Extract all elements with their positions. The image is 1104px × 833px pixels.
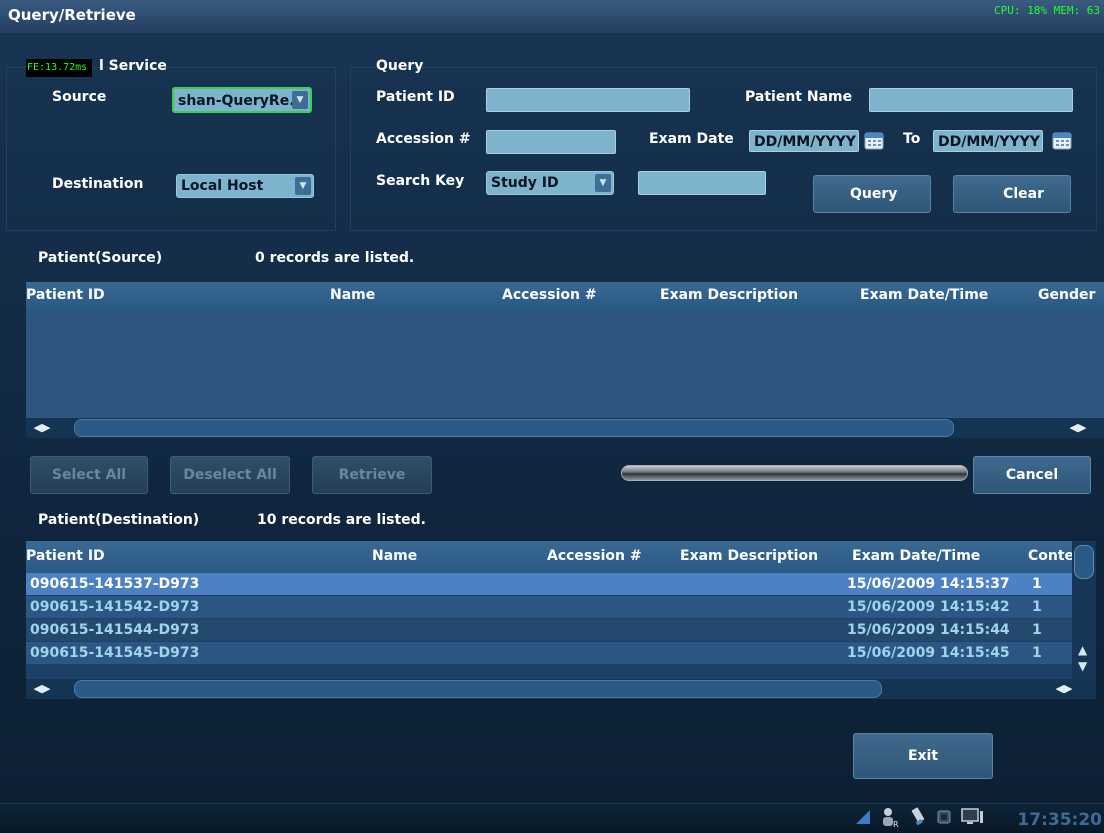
chevron-down-icon: ▼ (295, 177, 311, 195)
destination-vscrollbar[interactable]: ▲ ▼ (1072, 541, 1096, 679)
window-title: Query/Retrieve (8, 6, 136, 24)
cell-datetime: 15/06/2009 14:15:45 (847, 645, 1010, 661)
source-value: shan-QueryRe.. (178, 93, 300, 109)
search-key-combo[interactable]: Study ID ▼ (486, 171, 614, 195)
query-button[interactable]: Query (813, 175, 931, 213)
destination-section-title: Patient(Destination) (38, 512, 200, 528)
col-content[interactable]: Conte (1028, 548, 1072, 564)
cell-content: 1 (1032, 645, 1042, 661)
cell-datetime: 15/06/2009 14:15:44 (847, 622, 1010, 638)
col-gender[interactable]: Gender (1038, 287, 1095, 303)
search-value-input[interactable] (638, 171, 766, 195)
destination-table-header: Patient ID Name Accession # Exam Descrip… (26, 541, 1072, 573)
cancel-button[interactable]: Cancel (973, 456, 1091, 494)
clock: 17:35:20 (1017, 810, 1102, 830)
col-accession[interactable]: Accession # (547, 548, 642, 564)
scroll-up-icon[interactable]: ▲ (1078, 643, 1087, 657)
cell-patient-id: 090615-141542-D973 (30, 599, 200, 615)
cpu-mem-status: CPU: 18% MEM: 63 (994, 4, 1100, 17)
col-exam-description[interactable]: Exam Description (660, 287, 798, 303)
svg-text:R: R (893, 820, 899, 828)
cell-patient-id: 090615-141537-D973 (30, 576, 200, 592)
scroll-left-right-icon[interactable]: ◀▶ (1048, 681, 1080, 697)
source-label: Source (52, 89, 107, 105)
destination-hscrollbar[interactable]: ◀▶ ◀▶ (26, 679, 1096, 699)
usb-icon[interactable] (908, 806, 928, 828)
col-accession[interactable]: Accession # (502, 287, 597, 303)
table-row[interactable]: 090615-141542-D973 15/06/2009 14:15:42 1 (26, 596, 1072, 618)
flag-icon[interactable] (854, 808, 872, 826)
user-icon[interactable]: R (880, 806, 900, 829)
col-patient-id[interactable]: Patient ID (26, 287, 105, 303)
table-row[interactable]: 090615-141537-D973 15/06/2009 14:15:37 1 (26, 573, 1072, 595)
query-legend: Query (376, 58, 424, 74)
retrieve-progress-bar (621, 465, 968, 481)
deselect-all-button[interactable]: Deselect All (170, 456, 290, 494)
destination-record-count: 10 records are listed. (257, 512, 426, 528)
col-name[interactable]: Name (330, 287, 375, 303)
source-table-header: Patient ID Name Accession # Exam Descrip… (26, 282, 1104, 310)
fps-overlay: FE:13.72ms (27, 62, 88, 73)
scroll-left-right-icon[interactable]: ◀▶ (26, 681, 58, 697)
patient-name-label: Patient Name (745, 89, 853, 105)
patient-name-input[interactable] (869, 88, 1073, 112)
accession-label: Accession # (376, 131, 471, 147)
cell-datetime: 15/06/2009 14:15:37 (847, 576, 1010, 592)
scroll-down-icon[interactable]: ▼ (1078, 659, 1087, 673)
destination-combo[interactable]: Local Host ▼ (176, 174, 314, 198)
col-name[interactable]: Name (372, 548, 417, 564)
destination-value: Local Host (181, 178, 264, 194)
col-exam-datetime[interactable]: Exam Date/Time (860, 287, 988, 303)
to-label: To (903, 131, 921, 147)
bottom-status-bar: R 17:35:20 (0, 803, 1104, 833)
patient-id-label: Patient ID (376, 89, 455, 105)
title-bar: Query/Retrieve CPU: 18% MEM: 63 (0, 0, 1104, 34)
chevron-down-icon: ▼ (595, 174, 611, 192)
select-all-button[interactable]: Select All (30, 456, 148, 494)
table-row[interactable]: 090615-141545-D973 15/06/2009 14:15:45 1 (26, 642, 1072, 664)
col-patient-id[interactable]: Patient ID (26, 548, 105, 564)
source-table-body[interactable] (26, 310, 1104, 418)
scroll-thumb[interactable] (74, 419, 954, 437)
exit-button[interactable]: Exit (853, 733, 993, 779)
cell-content: 1 (1032, 576, 1042, 592)
source-hscrollbar[interactable]: ◀▶ ◀▶ (26, 418, 1104, 438)
printer-icon[interactable] (934, 807, 954, 827)
monitor-icon[interactable] (960, 807, 984, 827)
chevron-down-icon: ▼ (292, 91, 308, 109)
cell-patient-id: 090615-141545-D973 (30, 645, 200, 661)
source-combo[interactable]: shan-QueryRe.. ▼ (172, 87, 312, 113)
destination-label: Destination (52, 176, 144, 192)
calendar-icon[interactable] (864, 130, 884, 150)
accession-input[interactable] (486, 130, 616, 154)
clear-button[interactable]: Clear (953, 175, 1071, 213)
exam-date-from-input[interactable]: DD/MM/YYYY (749, 130, 859, 152)
scroll-left-right-icon[interactable]: ◀▶ (1062, 420, 1094, 436)
search-key-value: Study ID (491, 175, 559, 191)
cell-content: 1 (1032, 622, 1042, 638)
cell-datetime: 15/06/2009 14:15:42 (847, 599, 1010, 615)
col-exam-description[interactable]: Exam Description (680, 548, 818, 564)
source-record-count: 0 records are listed. (255, 250, 415, 266)
cell-patient-id: 090615-141544-D973 (30, 622, 200, 638)
vscroll-thumb[interactable] (1074, 545, 1094, 579)
destination-table-body[interactable]: 090615-141537-D973 15/06/2009 14:15:37 1 09… (26, 573, 1072, 679)
scroll-left-right-icon[interactable]: ◀▶ (26, 420, 58, 436)
service-legend: l Service (99, 58, 167, 74)
source-section-title: Patient(Source) (38, 250, 163, 266)
exam-date-label: Exam Date (649, 131, 734, 147)
retrieve-button[interactable]: Retrieve (312, 456, 432, 494)
calendar-icon[interactable] (1052, 130, 1072, 150)
cell-content: 1 (1032, 599, 1042, 615)
search-key-label: Search Key (376, 173, 465, 189)
table-row[interactable]: 090615-141544-D973 15/06/2009 14:15:44 1 (26, 619, 1072, 641)
exam-date-to-input[interactable]: DD/MM/YYYY (933, 130, 1043, 152)
col-exam-datetime[interactable]: Exam Date/Time (852, 548, 980, 564)
patient-id-input[interactable] (486, 88, 690, 112)
scroll-thumb[interactable] (74, 680, 882, 698)
